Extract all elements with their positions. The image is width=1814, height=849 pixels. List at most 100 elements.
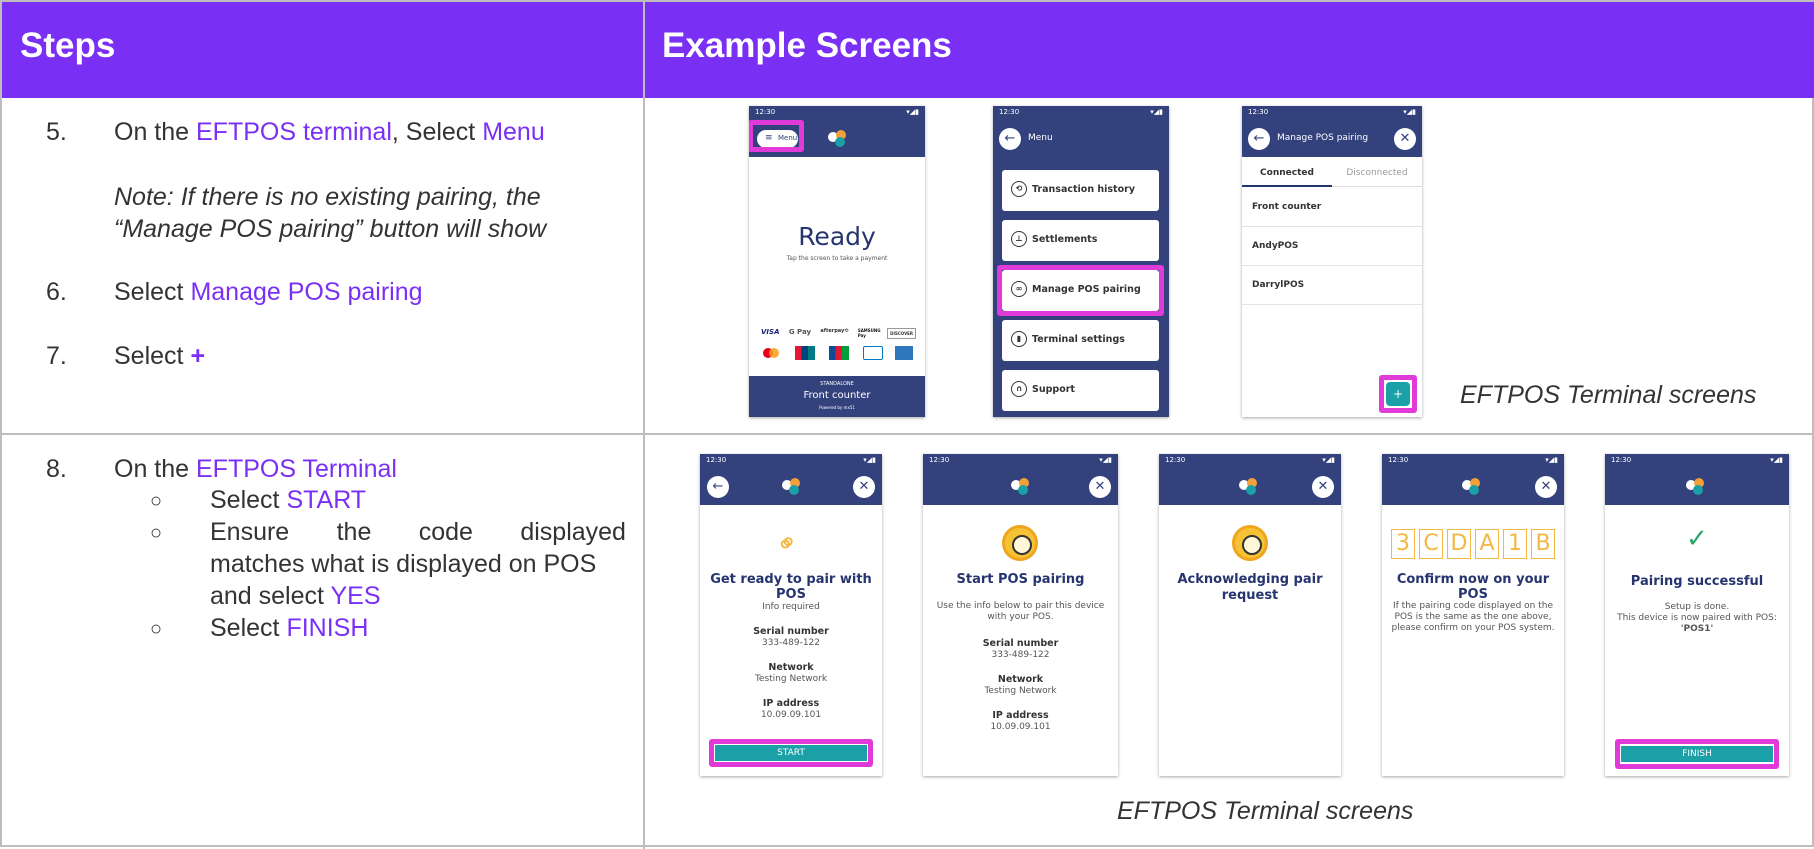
mx51-logo-icon	[1686, 478, 1708, 496]
b2-w2: the	[336, 518, 372, 546]
close-icon[interactable]: ✕	[1089, 476, 1111, 498]
back-arrow-icon[interactable]: ←	[1248, 128, 1270, 150]
bullet-2-line-1: Ensure the code displayed	[210, 518, 626, 547]
phone-menu-screen: 12:30 ▾◢▮ ← Menu ⟲ Transaction history ⊥ Se…	[993, 106, 1169, 417]
step-6-pre: Select	[114, 278, 191, 306]
note-line-2: “Manage POS pairing” button will show	[114, 215, 547, 243]
app-bar: ← ✕	[700, 468, 882, 505]
step-8-number: 8.	[46, 455, 67, 483]
signal-icon: ▾◢▮	[1150, 108, 1163, 116]
close-icon[interactable]: ✕	[1394, 128, 1416, 150]
b2-w1: Ensure	[210, 518, 290, 546]
tab-connected[interactable]: Connected	[1242, 157, 1332, 187]
steps-header: Steps	[2, 2, 643, 98]
network-value: Testing Network	[754, 674, 828, 684]
network-value: Testing Network	[984, 686, 1057, 696]
pairing-code-char: C	[1419, 529, 1443, 559]
app-bar: ← Manage POS pairing ✕	[1242, 120, 1422, 157]
clock-icon	[1002, 525, 1038, 561]
app-bar: ✕	[1159, 468, 1341, 505]
back-arrow-icon[interactable]: ←	[707, 476, 729, 498]
steps-table: Steps Example Screens 5. On the EFTPOS t…	[0, 0, 1814, 849]
status-bar: 12:30 ▾◢▮	[993, 106, 1169, 120]
desc-line-2: This device is now paired with POS:	[1617, 613, 1777, 623]
bullet-1-text: Select START	[210, 486, 366, 515]
desc-line-2: with your POS.	[987, 612, 1054, 622]
clock-text: 12:30	[1611, 456, 1632, 464]
standalone-label: STANDALONE	[820, 381, 854, 387]
pairing-code-char: 3	[1391, 529, 1415, 559]
close-icon[interactable]: ✕	[1535, 476, 1557, 498]
signal-icon: ▾◢▮	[1770, 456, 1783, 464]
pos-list-item[interactable]: Front counter	[1242, 188, 1422, 227]
pairing-code-char: D	[1447, 529, 1471, 559]
screen-title-line-2: request	[1221, 588, 1279, 603]
settlements-icon: ⊥	[1011, 231, 1027, 247]
close-icon[interactable]: ✕	[853, 476, 875, 498]
diners-icon	[863, 346, 883, 360]
screen-title: Confirm now on your POS	[1396, 572, 1550, 602]
menu-support[interactable]: ∩ Support	[1002, 370, 1159, 411]
payment-logos-row-2	[763, 346, 913, 362]
back-arrow-icon[interactable]: ←	[999, 128, 1021, 150]
bullet-3: ○	[150, 618, 163, 640]
phone-manage-pairing-screen: 12:30 ▾◢▮ ← Manage POS pairing ✕ Connecte…	[1242, 106, 1422, 417]
signal-icon: ▾◢▮	[863, 456, 876, 464]
pos-list-item[interactable]: AndyPOS	[1242, 227, 1422, 266]
desc-line-3: please confirm on your POS system.	[1391, 623, 1555, 633]
afterpay-icon: afterpay⟲	[820, 328, 849, 334]
clock-text: 12:30	[1165, 456, 1186, 464]
pairing-code-char: A	[1475, 529, 1499, 559]
examples-header-text: Example Screens	[662, 26, 952, 65]
serial-value: 333-489-122	[991, 650, 1050, 660]
desc-line-1: Setup is done.	[1664, 602, 1730, 612]
clock-text: 12:30	[929, 456, 950, 464]
step-5-terminal-link: EFTPOS terminal	[196, 118, 392, 146]
status-bar: 12:30 ▾◢▮	[1242, 106, 1422, 120]
history-icon: ⟲	[1011, 181, 1027, 197]
step-5-mid: , Select	[391, 118, 483, 146]
b2-w3: code	[418, 518, 473, 546]
app-bar: ✕	[923, 468, 1118, 505]
tab-disconnected[interactable]: Disconnected	[1332, 157, 1422, 187]
counter-label: Front counter	[803, 390, 871, 401]
manage-pairing-highlight	[997, 265, 1164, 316]
status-bar: 12:30 ▾◢▮	[700, 454, 882, 468]
step-6-number: 6.	[46, 278, 67, 306]
menu-terminal-settings[interactable]: ▮ Terminal settings	[1002, 320, 1159, 361]
pairing-code-char: B	[1531, 529, 1555, 559]
b1-start: START	[286, 486, 367, 514]
phone-start-pairing-screen: 12:30 ▾◢▮ ✕ Start POS pairing Use the inf…	[923, 454, 1118, 776]
serial-value: 333-489-122	[761, 638, 821, 648]
b2-l3-pre: and select	[210, 582, 331, 610]
menu-settlements[interactable]: ⊥ Settlements	[1002, 220, 1159, 261]
phone-pairing-success-screen: 12:30 ▾◢▮ ✓ Pairing successful Setup is d…	[1605, 454, 1789, 776]
signal-icon: ▾◢▮	[1099, 456, 1112, 464]
ready-text: Ready	[798, 222, 876, 251]
gpay-icon: G Pay	[788, 328, 812, 336]
phone-get-ready-screen: 12:30 ▾◢▮ ← ✕ ⚭ Get ready to pair with PO…	[700, 454, 882, 776]
phone-ready-screen: 12:30 ▾◢▮ ≡ Menu Ready Tap the screen to t…	[749, 106, 925, 417]
column-divider	[643, 2, 645, 849]
pos-list-item[interactable]: DarrylPOS	[1242, 266, 1422, 305]
close-icon[interactable]: ✕	[1312, 476, 1334, 498]
menu-transaction-history[interactable]: ⟲ Transaction history	[1002, 170, 1159, 211]
mx51-logo-icon	[828, 130, 850, 148]
checkmark-icon: ✓	[1686, 524, 1708, 554]
row2-caption: EFTPOS Terminal screens	[1117, 797, 1414, 825]
network-label: Network	[997, 674, 1044, 685]
bullet-2-line-2: matches what is displayed on POS	[210, 550, 597, 578]
signal-icon: ▾◢▮	[1403, 108, 1416, 116]
row-divider	[2, 433, 1814, 435]
start-highlight	[709, 739, 873, 767]
mx51-logo-icon	[1462, 478, 1484, 496]
visa-icon: VISA	[761, 328, 780, 336]
signal-icon: ▾◢▮	[906, 108, 919, 116]
step-7-number: 7.	[46, 342, 67, 370]
payment-logos-row-1: VISA G Pay afterpay⟲ SAMSUNG Pay DISCOVE…	[761, 328, 916, 339]
status-bar: 12:30 ▾◢▮	[1159, 454, 1341, 468]
ip-label: IP address	[992, 710, 1049, 721]
pos-name: 'POS1'	[1680, 624, 1714, 634]
terminal-footer: STANDALONE Front counter Powered by mx51	[749, 376, 925, 417]
note-line-1: Note: If there is no existing pairing, t…	[114, 183, 541, 211]
